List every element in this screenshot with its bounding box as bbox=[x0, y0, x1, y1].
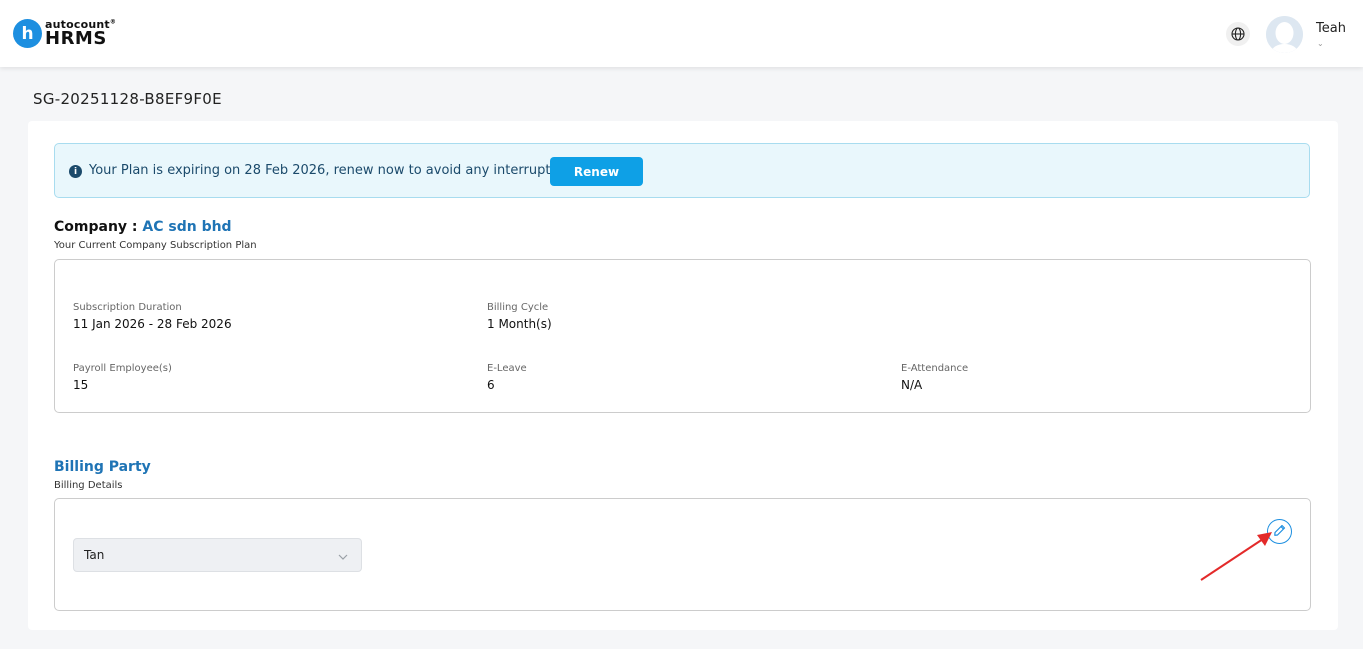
logo-product-text: HRMS bbox=[45, 28, 107, 49]
field-label: E-Leave bbox=[487, 363, 527, 374]
plan-expiry-alert: i Your Plan is expiring on 28 Feb 2026, … bbox=[54, 143, 1310, 198]
field-label: E-Attendance bbox=[901, 363, 969, 374]
e-attendance-field: E-Attendance N/A bbox=[901, 363, 968, 392]
e-leave-field: E-Leave 6 bbox=[487, 363, 527, 392]
field-label: Subscription Duration bbox=[73, 302, 182, 313]
company-label: Company : bbox=[54, 219, 138, 235]
billing-cycle-field: Billing Cycle 1 Month(s) bbox=[487, 302, 552, 331]
info-icon: i bbox=[69, 165, 82, 178]
billing-party-heading: Billing Party bbox=[54, 459, 151, 475]
page-title: SG-20251128-B8EF9F0E bbox=[33, 90, 222, 108]
field-label: Payroll Employee(s) bbox=[73, 363, 172, 374]
select-value: Tan bbox=[84, 548, 105, 562]
subscription-duration-field: Subscription Duration 11 Jan 2026 - 28 F… bbox=[73, 302, 232, 331]
renew-button[interactable]: Renew bbox=[550, 157, 643, 186]
user-menu-chevron-icon[interactable]: ⌄ bbox=[1317, 39, 1324, 48]
field-label: Billing Cycle bbox=[487, 302, 549, 313]
app-logo[interactable]: h autocount® HRMS bbox=[13, 19, 116, 48]
field-value: 6 bbox=[487, 378, 495, 392]
field-value: 15 bbox=[73, 378, 89, 392]
company-heading: Company : AC sdn bhd bbox=[54, 219, 232, 235]
field-value: 1 Month(s) bbox=[487, 317, 552, 331]
billing-party-select[interactable]: Tan bbox=[73, 538, 362, 572]
company-name: AC sdn bhd bbox=[142, 219, 232, 235]
field-value: 11 Jan 2026 - 28 Feb 2026 bbox=[73, 317, 232, 331]
user-avatar-icon[interactable] bbox=[1266, 16, 1303, 53]
payroll-employees-field: Payroll Employee(s) 15 bbox=[73, 363, 172, 392]
user-name[interactable]: Teah bbox=[1316, 21, 1346, 36]
alert-message: Your Plan is expiring on 28 Feb 2026, re… bbox=[89, 163, 575, 178]
logo-h-icon: h bbox=[13, 19, 42, 48]
chevron-down-icon bbox=[337, 548, 349, 567]
top-navbar: h autocount® HRMS Teah ⌄ bbox=[0, 0, 1363, 67]
field-value: N/A bbox=[901, 378, 923, 392]
red-arrow-annotation bbox=[1200, 532, 1272, 581]
plan-details-box: Subscription Duration 11 Jan 2026 - 28 F… bbox=[54, 259, 1311, 413]
billing-details-box: Tan bbox=[54, 498, 1311, 611]
billing-subtitle: Billing Details bbox=[54, 480, 123, 491]
logo-registered-mark: ® bbox=[109, 18, 117, 26]
company-subtitle: Your Current Company Subscription Plan bbox=[54, 240, 257, 251]
globe-icon[interactable] bbox=[1226, 22, 1250, 46]
